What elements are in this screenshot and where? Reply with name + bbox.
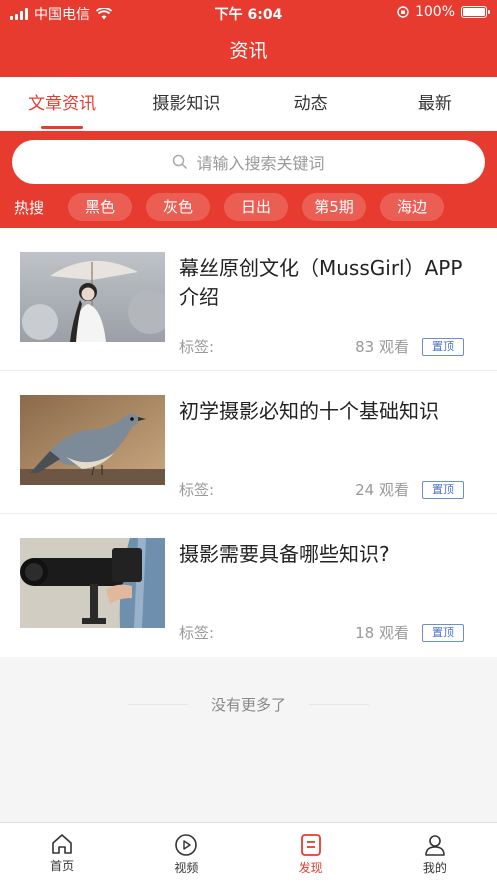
hot-search-bar: 热搜 黑色 灰色 日出 第5期 海边: [0, 192, 497, 222]
tab-photography-knowledge[interactable]: 摄影知识: [124, 77, 248, 131]
hot-keyword-chip[interactable]: 海边: [380, 193, 444, 221]
hot-keyword-chip[interactable]: 灰色: [146, 193, 210, 221]
pinned-badge: 置顶: [422, 338, 464, 356]
article-item[interactable]: 初学摄影必知的十个基础知识 标签: 24 观看 置顶: [0, 371, 497, 514]
tabbar-discover[interactable]: 发现: [249, 823, 373, 883]
tabbar-label: 我的: [422, 861, 447, 875]
hot-search-label: 热搜: [14, 198, 45, 217]
home-icon: [52, 834, 72, 854]
tabbar-video[interactable]: 视频: [124, 823, 248, 883]
search-placeholder: 请输入搜索关键词: [196, 154, 325, 173]
article-views: 24 观看: [355, 481, 409, 499]
hot-keyword-chip[interactable]: 第5期: [302, 193, 366, 221]
hot-keyword-chip[interactable]: 黑色: [68, 193, 132, 221]
article-tag-label: 标签:: [179, 481, 215, 499]
article-views: 18 观看: [355, 624, 409, 642]
tabbar-home[interactable]: 首页: [0, 823, 124, 883]
tabbar-label: 首页: [50, 859, 75, 873]
tab-article-news[interactable]: 文章资讯: [0, 77, 124, 131]
article-thumbnail: [20, 538, 165, 628]
play-icon: [175, 834, 198, 856]
article-thumbnail: [20, 252, 165, 342]
article-item[interactable]: 幕丝原创文化（MussGirl）APP介绍 标签: 83 观看 置顶: [0, 228, 497, 371]
article-title[interactable]: 摄影需要具备哪些知识?: [179, 540, 479, 569]
hot-search-chips: 黑色 灰色 日出 第5期 海边: [68, 193, 444, 221]
page-title: 资讯: [229, 40, 268, 62]
article-title[interactable]: 初学摄影必知的十个基础知识: [179, 397, 479, 426]
status-right: 100%: [397, 4, 490, 20]
search-input[interactable]: 请输入搜索关键词: [12, 140, 485, 184]
no-more-text: 没有更多了: [210, 696, 286, 714]
article-tag-label: 标签:: [179, 624, 215, 642]
tab-latest[interactable]: 最新: [373, 77, 497, 131]
hot-keyword-chip[interactable]: 日出: [224, 193, 288, 221]
user-icon: [425, 835, 445, 856]
pinned-badge: 置顶: [422, 481, 464, 499]
news-page: 中国电信 下午 6:04 100% 资讯 文章资讯 摄影知识 动态 最新 请输入…: [0, 0, 497, 883]
search-icon: [173, 154, 188, 170]
battery-percent: 100%: [414, 4, 455, 20]
tabbar-mine[interactable]: 我的: [373, 823, 497, 883]
tabbar-label: 发现: [298, 861, 323, 875]
category-tabs: 文章资讯 摄影知识 动态 最新: [0, 77, 497, 131]
tabbar-label: 视频: [174, 861, 199, 875]
orientation-lock-icon: [397, 6, 409, 18]
article-item[interactable]: 摄影需要具备哪些知识? 标签: 18 观看 置顶: [0, 514, 497, 657]
status-bar: 中国电信 下午 6:04 100%: [0, 0, 497, 24]
article-tag-label: 标签:: [179, 338, 215, 356]
battery-icon: [461, 6, 490, 18]
bottom-tab-bar: 首页 视频 发现 我的: [0, 822, 497, 883]
tab-updates[interactable]: 动态: [249, 77, 373, 131]
article-views: 83 观看: [355, 338, 409, 356]
article-thumbnail: [20, 395, 165, 485]
article-list: 幕丝原创文化（MussGirl）APP介绍 标签: 83 观看 置顶 初学摄影必…: [0, 228, 497, 657]
pinned-badge: 置顶: [422, 624, 464, 642]
article-title[interactable]: 幕丝原创文化（MussGirl）APP介绍: [179, 254, 479, 312]
discover-icon: [300, 834, 321, 856]
